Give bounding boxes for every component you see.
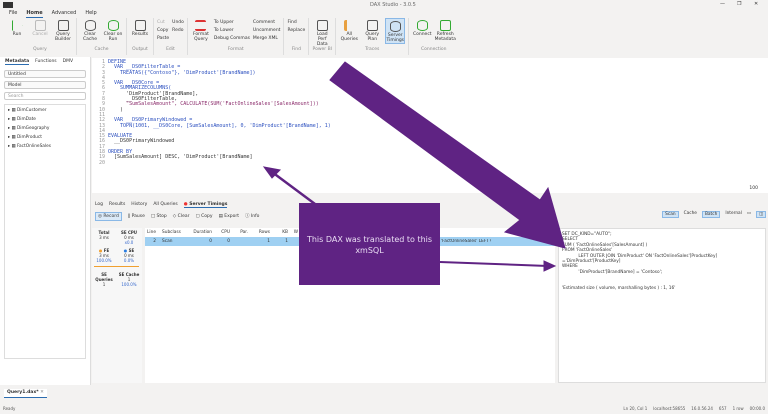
arrow-to-xmsql <box>439 261 549 267</box>
arrow-to-xmsql-head <box>543 260 557 272</box>
arrow-to-dax <box>271 170 316 206</box>
callout-box: This DAX was translated to this xmSQL <box>299 203 440 285</box>
